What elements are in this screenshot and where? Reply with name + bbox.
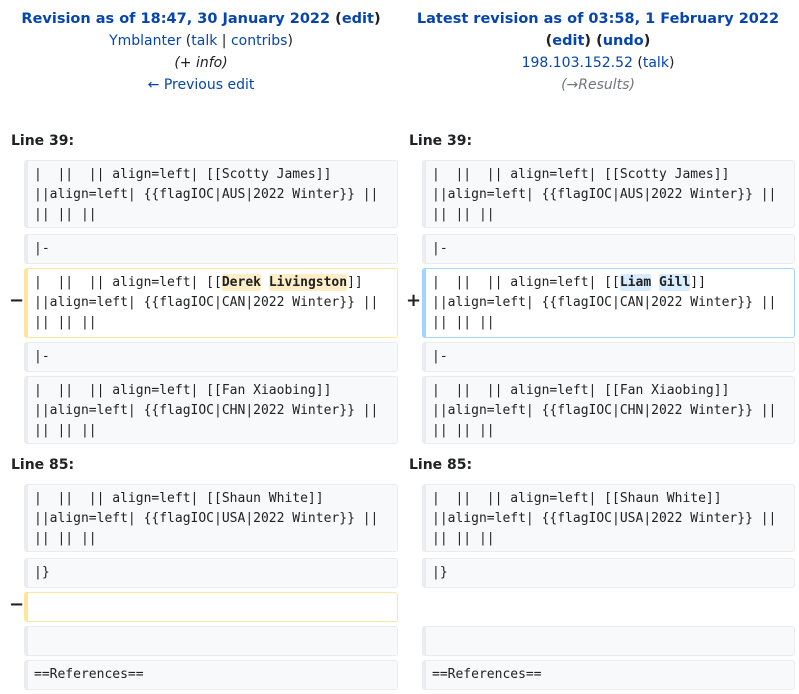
context-line-right: |-: [422, 342, 795, 372]
context-line-left: | || || align=left| [[Shaun White]] ||al…: [24, 484, 398, 552]
deleted-line-prefix: | || || align=left| [[: [34, 275, 222, 290]
added-line-prefix: | || || align=left| [[: [432, 275, 620, 290]
deleted-line: | || || align=left| [[Derek Livingston]]…: [24, 268, 398, 338]
right-user-link[interactable]: 198.103.152.52: [522, 55, 633, 71]
left-revision-header: Revision as of 18:47, 30 January 2022 (e…: [0, 8, 402, 96]
context-line-right: |-: [422, 234, 795, 264]
left-line-number-1: Line 39:: [11, 133, 75, 149]
context-line-right: ==References==: [422, 660, 795, 690]
deleted-empty-line: [24, 592, 398, 622]
right-talk-link[interactable]: talk: [643, 55, 669, 71]
right-line-number-1: Line 39:: [409, 133, 473, 149]
context-line-right: |}: [422, 558, 795, 588]
context-line-left: |}: [24, 558, 398, 588]
context-line-right: | || || align=left| [[Shaun White]] ||al…: [422, 484, 795, 552]
added-line: | || || align=left| [[Liam Gill]] ||alig…: [422, 268, 795, 338]
added-word: Gill: [658, 274, 691, 291]
right-line-number-2: Line 85:: [409, 457, 473, 473]
right-revision-header: Latest revision as of 03:58, 1 February …: [398, 8, 798, 96]
context-line-left: [24, 626, 398, 656]
right-revision-link[interactable]: Latest revision as of 03:58, 1 February …: [417, 11, 779, 27]
previous-edit-link[interactable]: ← Previous edit: [148, 77, 255, 93]
context-line-left: ==References==: [24, 660, 398, 690]
context-line-left: |-: [24, 342, 398, 372]
context-line-right: | || || align=left| [[Fan Xiaobing]] ||a…: [422, 376, 795, 444]
left-user-link[interactable]: Ymblanter: [109, 33, 181, 49]
left-contribs-link[interactable]: contribs: [231, 33, 287, 49]
addition-marker: +: [406, 290, 422, 311]
deletion-marker: −: [9, 290, 25, 311]
left-line-number-2: Line 85:: [11, 457, 75, 473]
context-line-left: | || || align=left| [[Fan Xiaobing]] ||a…: [24, 376, 398, 444]
context-line-left: |-: [24, 234, 398, 264]
context-line-left: | || || align=left| [[Scotty James]] ||a…: [24, 160, 398, 228]
context-line-right: [422, 626, 795, 656]
left-info: (+ info): [174, 55, 228, 71]
undo-link[interactable]: undo: [603, 33, 644, 49]
right-edit-link[interactable]: edit: [552, 33, 584, 49]
edit-summary: (→Results): [561, 77, 635, 93]
left-edit-link[interactable]: edit: [342, 11, 374, 27]
deleted-word: Derek: [221, 274, 261, 291]
added-word: Liam: [619, 274, 652, 291]
deletion-marker: −: [9, 594, 25, 615]
left-talk-link[interactable]: talk: [191, 33, 217, 49]
context-line-right: | || || align=left| [[Scotty James]] ||a…: [422, 160, 795, 228]
deleted-word: Livingston: [268, 274, 348, 291]
left-revision-link[interactable]: Revision as of 18:47, 30 January 2022: [21, 11, 330, 27]
